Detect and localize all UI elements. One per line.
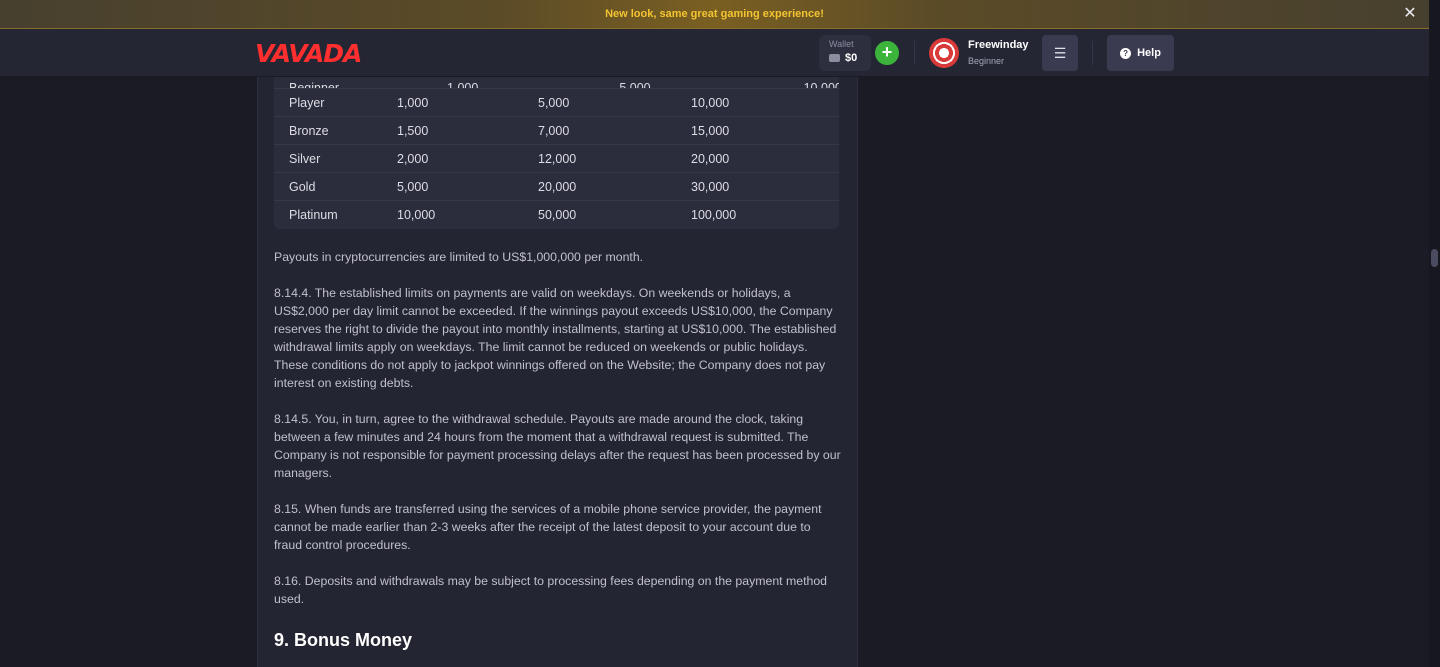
table-cell-value: 50,000 <box>538 208 577 222</box>
table-cell-level: Silver <box>289 151 321 166</box>
hamburger-icon: ☰ <box>1053 45 1067 61</box>
deposit-add-button[interactable]: + <box>875 41 899 65</box>
table-cell-value: 10,000 <box>397 208 436 222</box>
table-cell-value: 1,000 <box>397 95 429 110</box>
help-button[interactable]: ? Help <box>1107 35 1174 71</box>
banner-text: New look, same great gaming experience! <box>605 8 824 20</box>
table-cell-value: 20,000 <box>538 179 577 194</box>
wallet-widget[interactable]: Wallet $0 <box>819 35 871 71</box>
site-header: VAVADA Wallet $0 + Freewinday Beginner ☰… <box>0 29 1429 77</box>
wallet-label: Wallet <box>829 39 854 49</box>
user-name[interactable]: Freewinday <box>968 39 1029 51</box>
table-cell-value: 20,000 <box>691 151 730 166</box>
table-cell-value: 10,000 <box>691 95 730 110</box>
paragraph-crypto-limit: Payouts in cryptocurrencies are limited … <box>274 250 644 264</box>
table-row: Beginner 1,000 5,000 10,000 <box>274 77 839 89</box>
table-row: Bronze 1,500 7,000 15,000 <box>274 117 839 145</box>
section-heading: 9. Bonus Money <box>274 630 413 650</box>
help-label: Help <box>1137 47 1161 59</box>
table-cell-value: 30,000 <box>691 179 730 194</box>
table-row: Player 1,000 5,000 10,000 <box>274 89 839 117</box>
help-icon: ? <box>1120 47 1132 59</box>
table-cell-value: 1,000 <box>447 81 479 89</box>
close-icon[interactable]: ✕ <box>1401 5 1419 23</box>
header-divider <box>914 41 915 65</box>
table-cell-value: 2,000 <box>397 151 429 166</box>
table-row: Gold 5,000 20,000 30,000 <box>274 173 839 201</box>
table-cell-value: 15,000 <box>691 123 730 138</box>
table-cell-level: Player <box>289 95 325 110</box>
announcement-banner: New look, same great gaming experience! … <box>0 0 1429 29</box>
table-cell-level: Bronze <box>289 123 329 138</box>
header-divider <box>1092 41 1093 65</box>
paragraph-8-14-5: 8.14.5. You, in turn, agree to the withd… <box>274 412 841 480</box>
scrollbar-track[interactable] <box>1429 0 1440 667</box>
table-row: Silver 2,000 12,000 20,000 <box>274 145 839 173</box>
wallet-amount: $0 <box>845 52 858 64</box>
table-cell-level: Gold <box>289 179 316 194</box>
withdrawal-limits-table: Beginner 1,000 5,000 10,000 Player 1,000… <box>274 77 839 229</box>
table-cell-value: 10,000 <box>803 81 839 89</box>
table-cell-value: 5,000 <box>538 95 570 110</box>
paragraph-8-16: 8.16. Deposits and withdrawals may be su… <box>274 574 828 606</box>
paragraph-8-15: 8.15. When funds are transferred using t… <box>274 502 822 552</box>
paragraph-8-14-4: 8.14.4. The established limits on paymen… <box>274 286 837 390</box>
vavada-logo[interactable]: VAVADA <box>255 39 362 68</box>
table-cell-value: 12,000 <box>538 151 577 166</box>
table-cell-value: 100,000 <box>691 208 737 222</box>
table-cell-value: 7,000 <box>538 123 570 138</box>
table-cell-level: Platinum <box>289 208 338 222</box>
table-row: Platinum 10,000 50,000 100,000 <box>274 201 839 229</box>
menu-button[interactable]: ☰ <box>1042 35 1078 71</box>
table-cell-value: 5,000 <box>619 81 651 89</box>
avatar[interactable] <box>929 38 959 68</box>
table-cell-value: 5,000 <box>397 179 429 194</box>
table-cell-level: Beginner <box>289 81 340 89</box>
wallet-icon <box>829 54 840 62</box>
scrollbar-thumb[interactable] <box>1431 249 1438 267</box>
user-level: Beginner <box>968 56 1005 66</box>
table-cell-value: 1,500 <box>397 123 429 138</box>
